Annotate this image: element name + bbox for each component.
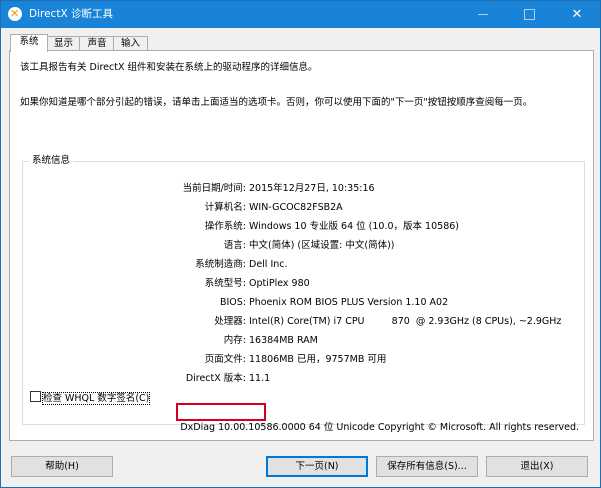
info-row-processor: 处理器: Intel(R) Core(TM) i7 CPU 870 @ 2.93… bbox=[23, 315, 583, 329]
checkbox-box[interactable] bbox=[30, 391, 41, 402]
info-row-memory: 内存: 16384MB RAM bbox=[23, 334, 583, 348]
info-label: 语言: bbox=[223, 240, 246, 251]
info-label: 系统型号: bbox=[204, 278, 246, 289]
directx-version-highlight bbox=[176, 403, 266, 421]
info-value: 2015年12月27日, 10:35:16 bbox=[249, 183, 375, 194]
tab-display[interactable]: 显示 bbox=[46, 36, 81, 51]
minimize-icon bbox=[478, 14, 488, 15]
info-value: OptiPlex 980 bbox=[249, 278, 310, 289]
whql-checkbox[interactable]: 检查 WHQL 数字签名(C) bbox=[30, 391, 151, 405]
dxdiag-window: DirectX 诊断工具 ✕ 系统 显示 声音 输入 该工具报告有关 Direc… bbox=[0, 0, 601, 488]
version-copyright-text: DxDiag 10.00.10586.0000 64 位 Unicode Cop… bbox=[180, 422, 579, 433]
info-row-computer-name: 计算机名: WIN-GCOC82FSB2A bbox=[23, 201, 583, 215]
info-label: 系统制造商: bbox=[195, 259, 246, 270]
info-value: WIN-GCOC82FSB2A bbox=[249, 202, 343, 213]
info-label: 页面文件: bbox=[204, 354, 246, 365]
info-value: 16384MB RAM bbox=[249, 335, 318, 346]
exit-button[interactable]: 退出(X) bbox=[486, 456, 588, 477]
tab-sound[interactable]: 声音 bbox=[79, 36, 115, 51]
whql-label[interactable]: 检查 WHQL 数字签名(C) bbox=[41, 392, 151, 405]
info-value: Phoenix ROM BIOS PLUS Version 1.10 A02 bbox=[249, 297, 449, 308]
info-value: 11.1 bbox=[249, 373, 271, 384]
info-row-directx-version: DirectX 版本: 11.1 bbox=[23, 372, 583, 386]
info-value: Dell Inc. bbox=[249, 259, 288, 270]
info-value: 中文(简体) (区域设置: 中文(简体)) bbox=[249, 240, 395, 251]
minimize-button[interactable] bbox=[460, 1, 506, 28]
next-page-button[interactable]: 下一页(N) bbox=[266, 456, 368, 477]
directx-icon bbox=[8, 7, 22, 21]
system-info-title: 系统信息 bbox=[29, 154, 74, 168]
info-label: DirectX 版本: bbox=[185, 373, 246, 384]
tab-system[interactable]: 系统 bbox=[10, 34, 48, 52]
info-row-page-file: 页面文件: 11806MB 已用，9757MB 可用 bbox=[23, 353, 583, 367]
system-tab-panel: 该工具报告有关 DirectX 组件和安装在系统上的驱动程序的详细信息。 如果你… bbox=[9, 50, 594, 441]
close-button[interactable]: ✕ bbox=[554, 1, 600, 28]
info-label: 当前日期/时间: bbox=[182, 183, 246, 194]
window-title: DirectX 诊断工具 bbox=[29, 8, 113, 20]
info-row-manufacturer: 系统制造商: Dell Inc. bbox=[23, 258, 583, 272]
system-info-group: 系统信息 当前日期/时间: 2015年12月27日, 10:35:16 计算机名… bbox=[22, 154, 585, 425]
info-label: 计算机名: bbox=[204, 202, 246, 213]
tab-input[interactable]: 输入 bbox=[113, 36, 148, 51]
info-label: 操作系统: bbox=[204, 221, 246, 232]
info-label: 处理器: bbox=[214, 316, 246, 327]
info-value: 11806MB 已用，9757MB 可用 bbox=[249, 354, 387, 365]
info-value: Intel(R) Core(TM) i7 CPU 870 @ 2.93GHz (… bbox=[249, 316, 562, 327]
save-all-info-button[interactable]: 保存所有信息(S)... bbox=[376, 456, 478, 477]
intro-text-1: 该工具报告有关 DirectX 组件和安装在系统上的驱动程序的详细信息。 bbox=[20, 62, 318, 73]
maximize-button[interactable] bbox=[506, 1, 552, 28]
info-label: 内存: bbox=[223, 335, 246, 346]
close-icon: ✕ bbox=[571, 7, 583, 22]
maximize-icon bbox=[523, 9, 535, 20]
info-row-bios: BIOS: Phoenix ROM BIOS PLUS Version 1.10… bbox=[23, 296, 583, 310]
info-value: Windows 10 专业版 64 位 (10.0，版本 10586) bbox=[249, 221, 459, 232]
intro-text-2: 如果你知道是哪个部分引起的错误，请单击上面适当的选项卡。否则，你可以使用下面的"… bbox=[20, 97, 533, 108]
title-bar[interactable]: DirectX 诊断工具 ✕ bbox=[1, 1, 600, 28]
help-button[interactable]: 帮助(H) bbox=[11, 456, 113, 477]
info-row-model: 系统型号: OptiPlex 980 bbox=[23, 277, 583, 291]
info-row-os: 操作系统: Windows 10 专业版 64 位 (10.0，版本 10586… bbox=[23, 220, 583, 234]
info-row-language: 语言: 中文(简体) (区域设置: 中文(简体)) bbox=[23, 239, 583, 253]
info-row-datetime: 当前日期/时间: 2015年12月27日, 10:35:16 bbox=[23, 182, 583, 196]
info-label: BIOS: bbox=[219, 297, 246, 308]
